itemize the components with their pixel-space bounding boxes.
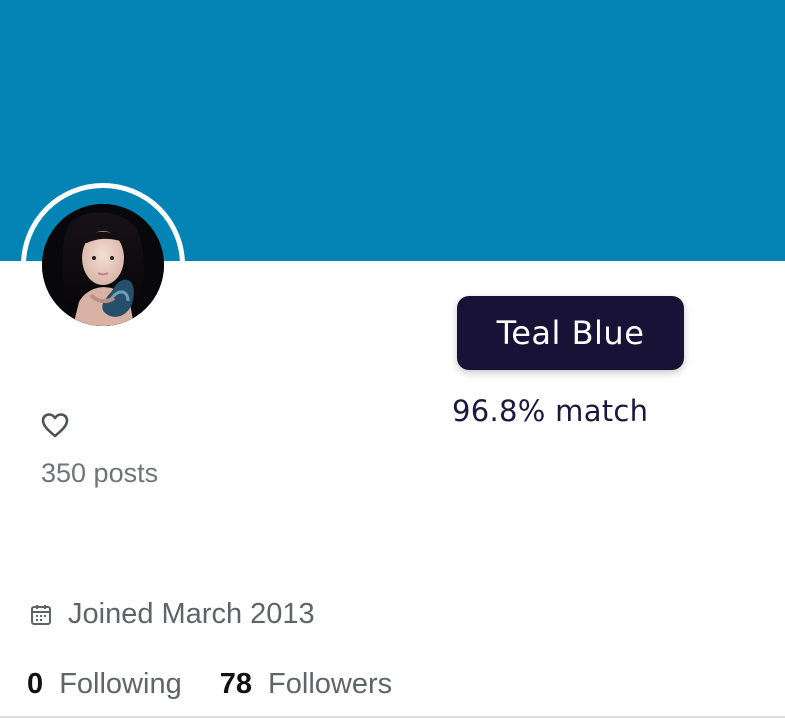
followers-label: Followers — [268, 668, 393, 700]
joined-date-text: Joined March 2013 — [68, 598, 315, 630]
calendar-icon — [31, 604, 51, 625]
joined-date-row: Joined March 2013 — [30, 598, 315, 631]
followers-link[interactable]: 78 Followers — [220, 668, 392, 701]
profile-photo-icon — [42, 204, 164, 326]
profile-page: Teal Blue 96.8% match 350 posts Joined M… — [0, 0, 785, 720]
avatar[interactable] — [42, 204, 164, 326]
heart-icon[interactable] — [41, 412, 69, 438]
following-count: 0 — [27, 668, 44, 700]
bottom-divider — [0, 716, 785, 718]
posts-count: 350 posts — [41, 458, 159, 488]
following-link[interactable]: 0 Following — [27, 668, 182, 701]
followers-count: 78 — [219, 668, 252, 700]
follow-stats: 0 Following 78 Followers — [27, 668, 392, 701]
match-percentage: 96.8% match — [452, 394, 649, 428]
following-label: Following — [59, 668, 182, 700]
color-name-badge[interactable]: Teal Blue — [457, 296, 684, 370]
